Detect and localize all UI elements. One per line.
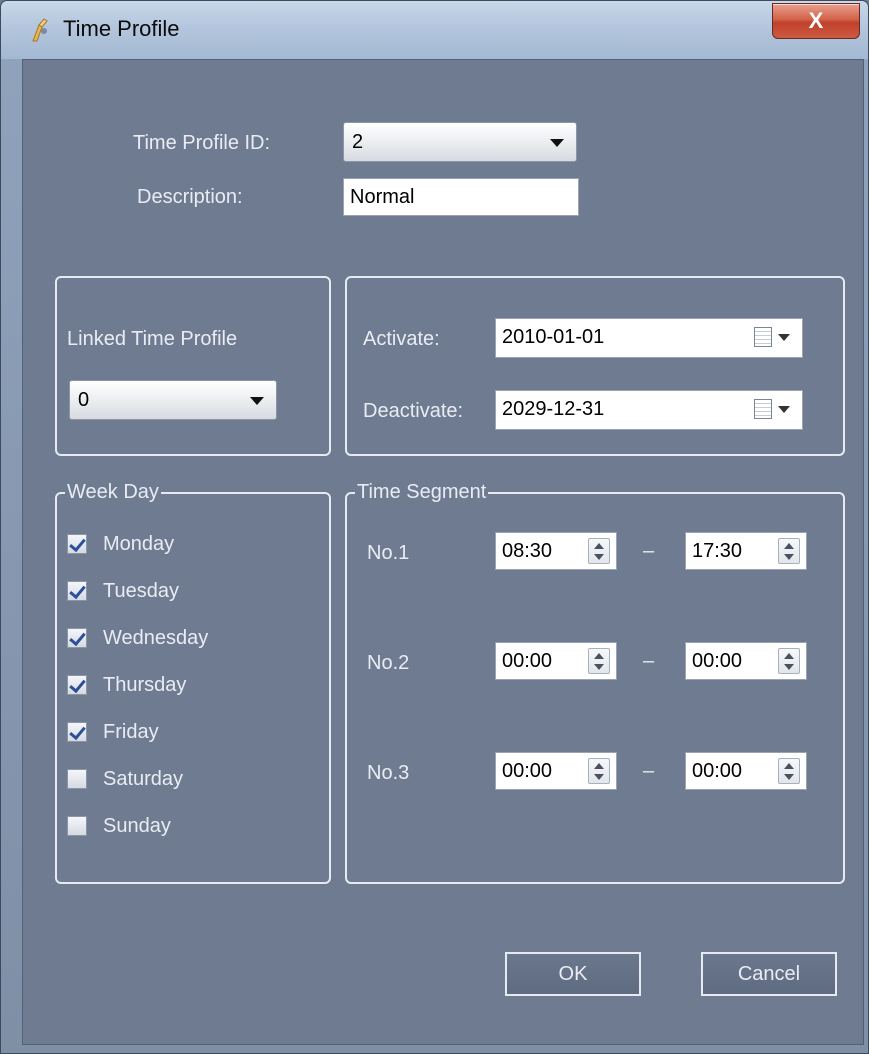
time-value: 00:00: [502, 650, 553, 672]
linked-time-profile-label: Linked Time Profile: [67, 328, 238, 350]
description-input[interactable]: Normal: [343, 178, 579, 216]
arrow-up-icon[interactable]: [594, 763, 604, 769]
time-profile-id-label: Time Profile ID:: [133, 132, 271, 154]
arrow-up-icon[interactable]: [784, 653, 794, 659]
arrow-up-icon[interactable]: [594, 543, 604, 549]
segment-label: No.2: [367, 652, 410, 674]
close-button[interactable]: X: [772, 3, 860, 39]
weekday-label: Thursday: [103, 674, 187, 696]
time-profile-window: Time Profile X Time Profile ID: 2 Descri…: [0, 0, 869, 1054]
chevron-down-icon: [550, 139, 564, 147]
spin-buttons[interactable]: [588, 648, 610, 674]
range-dash: –: [643, 760, 655, 782]
segment-label: No.1: [367, 542, 410, 564]
checkbox[interactable]: [67, 628, 87, 648]
segment-label: No.3: [367, 762, 410, 784]
arrow-up-icon[interactable]: [594, 653, 604, 659]
ok-button[interactable]: OK: [505, 952, 641, 996]
arrow-up-icon[interactable]: [784, 543, 794, 549]
time-value: 00:00: [692, 760, 743, 782]
time-value: 08:30: [502, 540, 553, 562]
cancel-button[interactable]: Cancel: [701, 952, 837, 996]
checkbox[interactable]: [67, 581, 87, 601]
weekday-label: Sunday: [103, 815, 171, 837]
time-value: 00:00: [502, 760, 553, 782]
window-title: Time Profile: [63, 16, 180, 41]
calendar-icon: [754, 327, 772, 347]
arrow-down-icon[interactable]: [594, 774, 604, 780]
checkbox[interactable]: [67, 816, 87, 836]
arrow-down-icon[interactable]: [784, 774, 794, 780]
arrow-down-icon[interactable]: [784, 664, 794, 670]
calendar-icon: [754, 399, 772, 419]
spin-buttons[interactable]: [778, 648, 800, 674]
segment-end-time-input[interactable]: 00:00: [685, 642, 807, 680]
spin-buttons[interactable]: [588, 538, 610, 564]
segment-end-time-input[interactable]: 00:00: [685, 752, 807, 790]
weekday-label: Tuesday: [103, 580, 179, 602]
activate-label: Activate:: [363, 328, 440, 350]
time-value: 00:00: [692, 650, 743, 672]
weekday-label: Saturday: [103, 768, 184, 790]
time-segment-group: Time Segment No.1 08:30 17:30 – No.2 00:00 00:…: [345, 480, 845, 884]
arrow-down-icon[interactable]: [594, 554, 604, 560]
arrow-down-icon[interactable]: [784, 554, 794, 560]
range-dash: –: [643, 650, 655, 672]
linked-time-profile-value: 0: [78, 389, 90, 411]
linked-profile-group: Linked Time Profile 0: [55, 276, 331, 456]
time-profile-id-value: 2: [352, 131, 364, 153]
checkbox[interactable]: [67, 675, 87, 695]
deactivate-date-value: 2029-12-31: [502, 398, 605, 420]
week-day-group: Week Day Monday Tuesday Wednesday Thursday F…: [55, 480, 331, 884]
segment-end-time-input[interactable]: 17:30: [685, 532, 807, 570]
arrow-down-icon[interactable]: [594, 664, 604, 670]
time-value: 17:30: [692, 540, 743, 562]
checkbox[interactable]: [67, 722, 87, 742]
linked-time-profile-combo[interactable]: 0: [69, 380, 277, 420]
chevron-down-icon: [250, 397, 264, 405]
date-range-group: Activate: 2010-01-01 Deactivate: 2029-12…: [345, 276, 845, 456]
weekday-label: Wednesday: [103, 627, 209, 649]
checkbox[interactable]: [67, 769, 87, 789]
activate-date-value: 2010-01-01: [502, 326, 605, 348]
dialog-body: Time Profile ID: 2 Description: Normal L…: [22, 59, 864, 1045]
chevron-down-icon: [778, 334, 790, 341]
segment-start-time-input[interactable]: 00:00: [495, 642, 617, 680]
weekday-label: Friday: [103, 721, 159, 743]
segment-start-time-input[interactable]: 00:00: [495, 752, 617, 790]
week-day-legend: Week Day: [65, 480, 161, 504]
calendar-dropdown-button[interactable]: [754, 399, 794, 421]
checkbox[interactable]: [67, 534, 87, 554]
spin-buttons[interactable]: [778, 758, 800, 784]
deactivate-label: Deactivate:: [363, 400, 464, 422]
arrow-up-icon[interactable]: [784, 763, 794, 769]
title-bar[interactable]: Time Profile X: [1, 1, 868, 59]
calendar-dropdown-button[interactable]: [754, 327, 794, 349]
profile-icon: [32, 18, 48, 42]
spin-buttons[interactable]: [588, 758, 610, 784]
chevron-down-icon: [778, 406, 790, 413]
deactivate-date-picker[interactable]: 2029-12-31: [495, 390, 803, 430]
time-segment-legend: Time Segment: [355, 480, 489, 504]
description-label: Description:: [137, 186, 243, 208]
segment-start-time-input[interactable]: 08:30: [495, 532, 617, 570]
range-dash: –: [643, 540, 655, 562]
weekday-label: Monday: [103, 533, 175, 555]
activate-date-picker[interactable]: 2010-01-01: [495, 318, 803, 358]
time-profile-id-combo[interactable]: 2: [343, 122, 577, 162]
spin-buttons[interactable]: [778, 538, 800, 564]
